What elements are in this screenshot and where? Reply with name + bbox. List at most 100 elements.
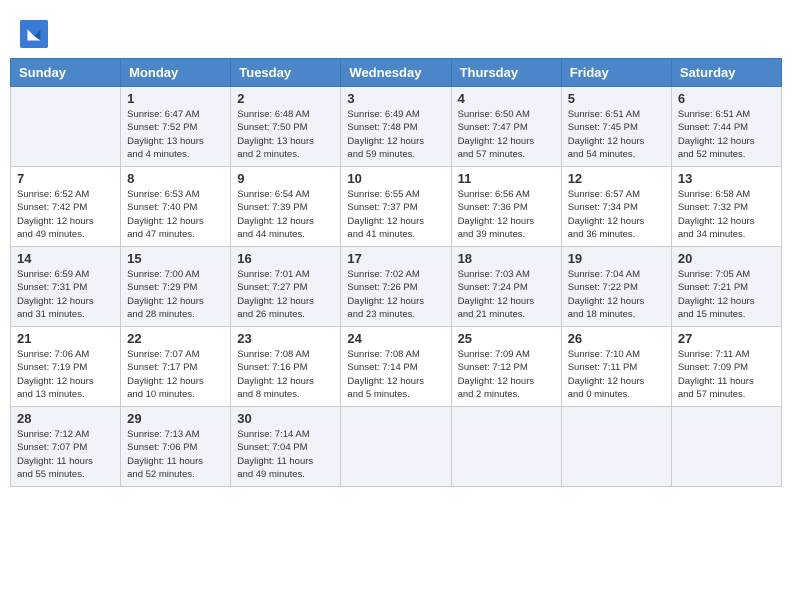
calendar-cell — [561, 407, 671, 487]
day-info: Sunrise: 7:13 AMSunset: 7:06 PMDaylight:… — [127, 428, 224, 481]
calendar-cell: 21Sunrise: 7:06 AMSunset: 7:19 PMDayligh… — [11, 327, 121, 407]
calendar-cell — [451, 407, 561, 487]
day-info: Sunrise: 6:59 AMSunset: 7:31 PMDaylight:… — [17, 268, 114, 321]
day-info: Sunrise: 7:00 AMSunset: 7:29 PMDaylight:… — [127, 268, 224, 321]
day-info: Sunrise: 7:05 AMSunset: 7:21 PMDaylight:… — [678, 268, 775, 321]
calendar-week-row: 14 Sunrise: 6:59 AMSunset: 7:31 PMDayligh… — [11, 247, 782, 327]
calendar-cell: 7 Sunrise: 6:52 AMSunset: 7:42 PMDaylight… — [11, 167, 121, 247]
header-tuesday: Tuesday — [231, 59, 341, 87]
calendar-cell: 24 Sunrise: 7:08 AMSunset: 7:14 PMDayligh… — [341, 327, 451, 407]
calendar-week-row: 7 Sunrise: 6:52 AMSunset: 7:42 PMDaylight… — [11, 167, 782, 247]
day-number: 30 — [237, 411, 334, 426]
calendar-cell: 23 Sunrise: 7:08 AMSunset: 7:16 PMDayligh… — [231, 327, 341, 407]
calendar-cell: 5 Sunrise: 6:51 AMSunset: 7:45 PMDaylight… — [561, 87, 671, 167]
calendar-header-row: SundayMondayTuesdayWednesdayThursdayFrid… — [11, 59, 782, 87]
day-number: 29 — [127, 411, 224, 426]
day-info: Sunrise: 6:51 AMSunset: 7:44 PMDaylight:… — [678, 108, 775, 161]
day-info: Sunrise: 6:58 AMSunset: 7:32 PMDaylight:… — [678, 188, 775, 241]
calendar-cell: 8 Sunrise: 6:53 AMSunset: 7:40 PMDaylight… — [121, 167, 231, 247]
day-info: Sunrise: 6:51 AMSunset: 7:45 PMDaylight:… — [568, 108, 665, 161]
day-number: 3 — [347, 91, 444, 106]
day-info: Sunrise: 6:47 AMSunset: 7:52 PMDaylight:… — [127, 108, 224, 161]
calendar-cell: 2 Sunrise: 6:48 AMSunset: 7:50 PMDaylight… — [231, 87, 341, 167]
header-friday: Friday — [561, 59, 671, 87]
calendar-cell: 6 Sunrise: 6:51 AMSunset: 7:44 PMDaylight… — [671, 87, 781, 167]
day-info: Sunrise: 7:14 AMSunset: 7:04 PMDaylight:… — [237, 428, 334, 481]
calendar-cell: 10Sunrise: 6:55 AMSunset: 7:37 PMDayligh… — [341, 167, 451, 247]
day-info: Sunrise: 7:02 AMSunset: 7:26 PMDaylight:… — [347, 268, 444, 321]
day-number: 19 — [568, 251, 665, 266]
day-info: Sunrise: 6:54 AMSunset: 7:39 PMDaylight:… — [237, 188, 334, 241]
day-number: 9 — [237, 171, 334, 186]
day-number: 6 — [678, 91, 775, 106]
day-info: Sunrise: 6:55 AMSunset: 7:37 PMDaylight:… — [347, 188, 444, 241]
calendar-cell: 25 Sunrise: 7:09 AMSunset: 7:12 PMDayligh… — [451, 327, 561, 407]
day-number: 25 — [458, 331, 555, 346]
day-info: Sunrise: 7:03 AMSunset: 7:24 PMDaylight:… — [458, 268, 555, 321]
day-info: Sunrise: 7:08 AMSunset: 7:16 PMDaylight:… — [237, 348, 334, 401]
calendar-cell: 3 Sunrise: 6:49 AMSunset: 7:48 PMDaylight… — [341, 87, 451, 167]
day-number: 1 — [127, 91, 224, 106]
day-number: 7 — [17, 171, 114, 186]
calendar-table: SundayMondayTuesdayWednesdayThursdayFrid… — [10, 58, 782, 487]
calendar-cell: 19 Sunrise: 7:04 AMSunset: 7:22 PMDayligh… — [561, 247, 671, 327]
header-saturday: Saturday — [671, 59, 781, 87]
day-number: 22 — [127, 331, 224, 346]
day-info: Sunrise: 6:57 AMSunset: 7:34 PMDaylight:… — [568, 188, 665, 241]
header-wednesday: Wednesday — [341, 59, 451, 87]
calendar-cell: 17 Sunrise: 7:02 AMSunset: 7:26 PMDayligh… — [341, 247, 451, 327]
calendar-cell: 28Sunrise: 7:12 AMSunset: 7:07 PMDayligh… — [11, 407, 121, 487]
calendar-week-row: 28Sunrise: 7:12 AMSunset: 7:07 PMDayligh… — [11, 407, 782, 487]
day-info: Sunrise: 7:09 AMSunset: 7:12 PMDaylight:… — [458, 348, 555, 401]
calendar-cell: 11 Sunrise: 6:56 AMSunset: 7:36 PMDayligh… — [451, 167, 561, 247]
day-number: 18 — [458, 251, 555, 266]
day-number: 5 — [568, 91, 665, 106]
day-info: Sunrise: 6:56 AMSunset: 7:36 PMDaylight:… — [458, 188, 555, 241]
calendar-cell: 27 Sunrise: 7:11 AMSunset: 7:09 PMDayligh… — [671, 327, 781, 407]
calendar-week-row: 1 Sunrise: 6:47 AMSunset: 7:52 PMDaylight… — [11, 87, 782, 167]
day-number: 12 — [568, 171, 665, 186]
day-number: 27 — [678, 331, 775, 346]
day-info: Sunrise: 7:04 AMSunset: 7:22 PMDaylight:… — [568, 268, 665, 321]
day-number: 11 — [458, 171, 555, 186]
day-info: Sunrise: 7:10 AMSunset: 7:11 PMDaylight:… — [568, 348, 665, 401]
day-number: 20 — [678, 251, 775, 266]
calendar-cell — [671, 407, 781, 487]
calendar-cell: 22Sunrise: 7:07 AMSunset: 7:17 PMDayligh… — [121, 327, 231, 407]
calendar-cell: 12 Sunrise: 6:57 AMSunset: 7:34 PMDayligh… — [561, 167, 671, 247]
day-number: 15 — [127, 251, 224, 266]
calendar-cell: 26Sunrise: 7:10 AMSunset: 7:11 PMDayligh… — [561, 327, 671, 407]
calendar-cell: 18 Sunrise: 7:03 AMSunset: 7:24 PMDayligh… — [451, 247, 561, 327]
calendar-cell: 30 Sunrise: 7:14 AMSunset: 7:04 PMDayligh… — [231, 407, 341, 487]
day-info: Sunrise: 7:08 AMSunset: 7:14 PMDaylight:… — [347, 348, 444, 401]
day-number: 23 — [237, 331, 334, 346]
logo — [20, 20, 52, 48]
day-info: Sunrise: 7:06 AMSunset: 7:19 PMDaylight:… — [17, 348, 114, 401]
calendar-cell: 9 Sunrise: 6:54 AMSunset: 7:39 PMDaylight… — [231, 167, 341, 247]
header-thursday: Thursday — [451, 59, 561, 87]
day-number: 4 — [458, 91, 555, 106]
calendar-cell: 29 Sunrise: 7:13 AMSunset: 7:06 PMDayligh… — [121, 407, 231, 487]
day-number: 14 — [17, 251, 114, 266]
calendar-cell: 14 Sunrise: 6:59 AMSunset: 7:31 PMDayligh… — [11, 247, 121, 327]
day-info: Sunrise: 6:52 AMSunset: 7:42 PMDaylight:… — [17, 188, 114, 241]
calendar-cell: 13 Sunrise: 6:58 AMSunset: 7:32 PMDayligh… — [671, 167, 781, 247]
day-info: Sunrise: 6:53 AMSunset: 7:40 PMDaylight:… — [127, 188, 224, 241]
day-info: Sunrise: 6:49 AMSunset: 7:48 PMDaylight:… — [347, 108, 444, 161]
logo-icon — [20, 20, 48, 48]
calendar-cell — [11, 87, 121, 167]
day-number: 8 — [127, 171, 224, 186]
calendar-cell: 4Sunrise: 6:50 AMSunset: 7:47 PMDaylight… — [451, 87, 561, 167]
header-sunday: Sunday — [11, 59, 121, 87]
day-number: 2 — [237, 91, 334, 106]
day-info: Sunrise: 7:01 AMSunset: 7:27 PMDaylight:… — [237, 268, 334, 321]
calendar-week-row: 21Sunrise: 7:06 AMSunset: 7:19 PMDayligh… — [11, 327, 782, 407]
day-number: 17 — [347, 251, 444, 266]
page-header — [10, 10, 782, 53]
day-info: Sunrise: 7:11 AMSunset: 7:09 PMDaylight:… — [678, 348, 775, 401]
calendar-cell — [341, 407, 451, 487]
calendar-cell: 20 Sunrise: 7:05 AMSunset: 7:21 PMDayligh… — [671, 247, 781, 327]
day-number: 24 — [347, 331, 444, 346]
day-number: 13 — [678, 171, 775, 186]
day-info: Sunrise: 6:48 AMSunset: 7:50 PMDaylight:… — [237, 108, 334, 161]
